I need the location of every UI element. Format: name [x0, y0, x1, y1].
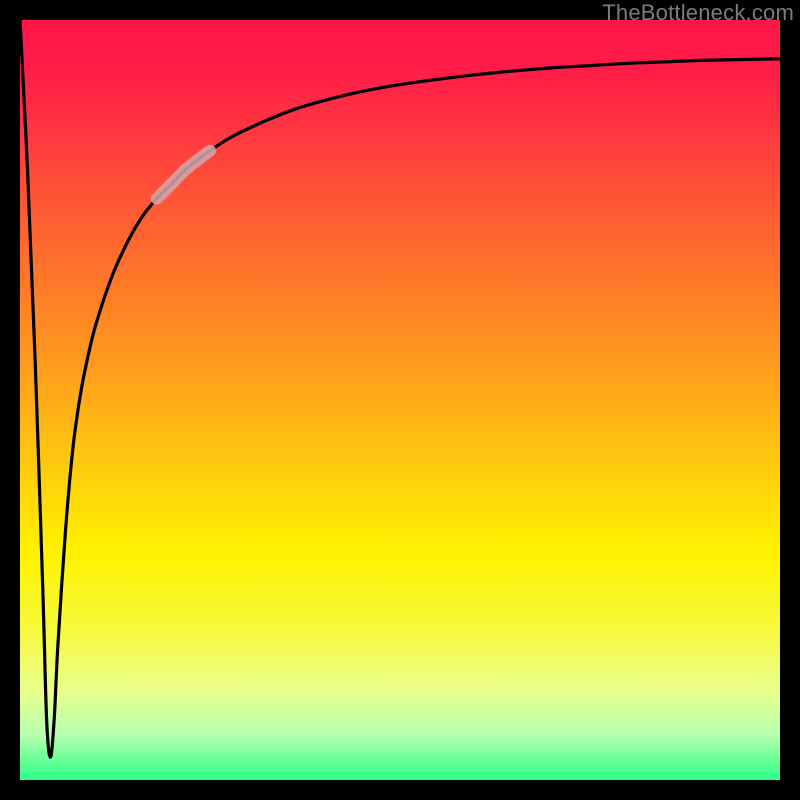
plot-area	[20, 20, 780, 780]
highlight-segment	[157, 151, 210, 199]
bottleneck-curve	[20, 20, 780, 757]
curve-svg	[20, 20, 780, 780]
chart-frame: TheBottleneck.com	[0, 0, 800, 800]
